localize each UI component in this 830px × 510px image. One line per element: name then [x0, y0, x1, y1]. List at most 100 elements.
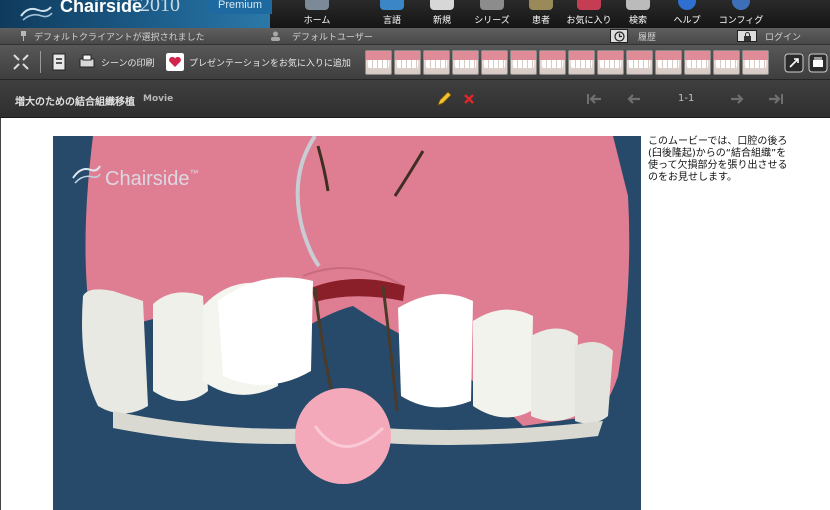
- thumbnail-gum: [511, 51, 536, 60]
- scene-thumbnail[interactable]: [742, 50, 769, 75]
- nav-favorites-button[interactable]: お気に入り: [564, 0, 614, 28]
- nav-new-label: 新規: [432, 16, 451, 26]
- nav-new-button[interactable]: 新規: [420, 0, 464, 28]
- history-button[interactable]: [610, 29, 628, 43]
- user-icon: [271, 31, 280, 41]
- thumbnail-teeth: [687, 60, 708, 68]
- connective-tissue-graft: [295, 388, 391, 484]
- help-icon: [678, 0, 696, 10]
- current-user-text: デフォルトユーザー: [292, 33, 373, 43]
- nav-language-button[interactable]: 言語: [370, 0, 414, 28]
- scene-thumbnail[interactable]: [394, 50, 421, 75]
- thumbnail-gum: [743, 51, 768, 60]
- nav-patient-button[interactable]: 患者: [520, 0, 562, 28]
- thumbnail-gum: [656, 51, 681, 60]
- scene-thumbnail[interactable]: [365, 50, 392, 75]
- previous-page-icon[interactable]: [624, 90, 644, 108]
- right-central-tooth: [398, 293, 473, 408]
- language-icon: [380, 0, 404, 10]
- favorites-icon: [577, 0, 601, 10]
- nav-home-button[interactable]: ホーム: [292, 0, 342, 28]
- nav-search-label: 検索: [628, 16, 647, 26]
- watermark-text: Chairside™: [105, 168, 198, 191]
- media-type-label: Movie: [143, 94, 174, 104]
- left-premolar-tooth: [153, 292, 208, 401]
- thumbnail-gum: [424, 51, 449, 60]
- left-molar-teeth: [82, 289, 148, 414]
- next-page-icon[interactable]: [727, 90, 747, 108]
- scene-thumbnail[interactable]: [597, 50, 624, 75]
- top-navigation-bar: Chairside ™ 2010 Premium ホーム 言語 新規 シリーズ …: [0, 0, 830, 28]
- watermark-brand: Chairside: [105, 168, 190, 190]
- right-lateral-tooth: [473, 309, 533, 418]
- watermark-logo-icon: [72, 165, 101, 184]
- brand-banner: Chairside ™ 2010 Premium: [0, 0, 272, 28]
- edit-pencil-icon[interactable]: [434, 90, 454, 108]
- watermark-tm: ™: [189, 168, 199, 178]
- edition-badge: Premium: [208, 0, 272, 14]
- scene-thumbnail[interactable]: [568, 50, 595, 75]
- first-page-icon[interactable]: [584, 90, 604, 108]
- clock-icon: [614, 31, 625, 42]
- scene-thumbnail[interactable]: [481, 50, 508, 75]
- login-label[interactable]: ログイン: [765, 30, 801, 43]
- delete-x-icon[interactable]: [459, 90, 479, 108]
- thumbnail-teeth: [716, 60, 737, 68]
- fit-screen-icon[interactable]: [12, 53, 30, 71]
- new-icon: [430, 0, 454, 10]
- scene-thumbnail[interactable]: [684, 50, 711, 75]
- page-indicator: 1-1: [678, 93, 695, 104]
- add-to-favorites-button[interactable]: プレゼンテーションをお気に入りに追加: [189, 56, 351, 69]
- nav-search-button[interactable]: 検索: [618, 0, 658, 28]
- scene-content: Chairside™ このムービーでは、口腔の後ろ(臼後隆起)からの“結合組織”…: [0, 118, 830, 510]
- thumbnail-teeth: [455, 60, 476, 68]
- fullscreen-icon[interactable]: [784, 53, 804, 73]
- thumbnail-gum: [395, 51, 420, 60]
- scene-title: 増大のための結合組織移植: [15, 97, 135, 108]
- thumbnail-gum: [569, 51, 594, 60]
- series-icon: [480, 0, 504, 10]
- print-scene-button[interactable]: シーンの印刷: [101, 56, 155, 69]
- print-icon[interactable]: [78, 53, 96, 71]
- toolbar-divider: [40, 51, 41, 73]
- thumbnail-teeth: [397, 60, 418, 68]
- nav-help-button[interactable]: ヘルプ: [666, 0, 708, 28]
- thumbnail-teeth: [658, 60, 679, 68]
- movie-player[interactable]: Chairside™: [53, 136, 641, 510]
- history-label[interactable]: 履歴: [638, 30, 656, 43]
- thumbnail-gum: [366, 51, 391, 60]
- lock-icon: [744, 32, 751, 41]
- thumbnail-teeth: [542, 60, 563, 68]
- thumbnail-gum: [627, 51, 652, 60]
- thumbnail-gum: [540, 51, 565, 60]
- last-page-icon[interactable]: [766, 90, 786, 108]
- document-icon[interactable]: [50, 53, 68, 71]
- scene-thumbnail[interactable]: [626, 50, 653, 75]
- thumbnail-gum: [482, 51, 507, 60]
- status-bar: デフォルトクライアントが選択されました デフォルトユーザー 履歴 ログイン: [0, 28, 830, 45]
- search-icon: [626, 0, 650, 10]
- nav-series-button[interactable]: シリーズ: [468, 0, 516, 28]
- login-button[interactable]: [737, 30, 757, 42]
- scene-thumbnail[interactable]: [713, 50, 740, 75]
- thumbnail-teeth: [484, 60, 505, 68]
- brand-year: 2010: [140, 0, 180, 16]
- presentation-icon[interactable]: [808, 53, 828, 73]
- scene-thumbnail[interactable]: [539, 50, 566, 75]
- scene-thumbnail[interactable]: [510, 50, 537, 75]
- thumbnail-teeth: [600, 60, 621, 68]
- thumbnail-teeth: [629, 60, 650, 68]
- nav-config-label: コンフィグ: [718, 16, 764, 26]
- right-molar-teeth: [575, 342, 613, 424]
- config-icon: [732, 0, 750, 10]
- home-icon: [305, 0, 329, 10]
- thumbnail-teeth: [745, 60, 766, 68]
- heart-icon[interactable]: [166, 53, 184, 71]
- scene-thumbnail[interactable]: [423, 50, 450, 75]
- nav-config-button[interactable]: コンフィグ: [716, 0, 766, 28]
- thumbnail-teeth: [426, 60, 447, 68]
- scene-thumbnail[interactable]: [452, 50, 479, 75]
- scene-toolbar: シーンの印刷 プレゼンテーションをお気に入りに追加: [0, 45, 830, 80]
- selected-client-text: デフォルトクライアントが選択されました: [34, 33, 205, 43]
- scene-thumbnail[interactable]: [655, 50, 682, 75]
